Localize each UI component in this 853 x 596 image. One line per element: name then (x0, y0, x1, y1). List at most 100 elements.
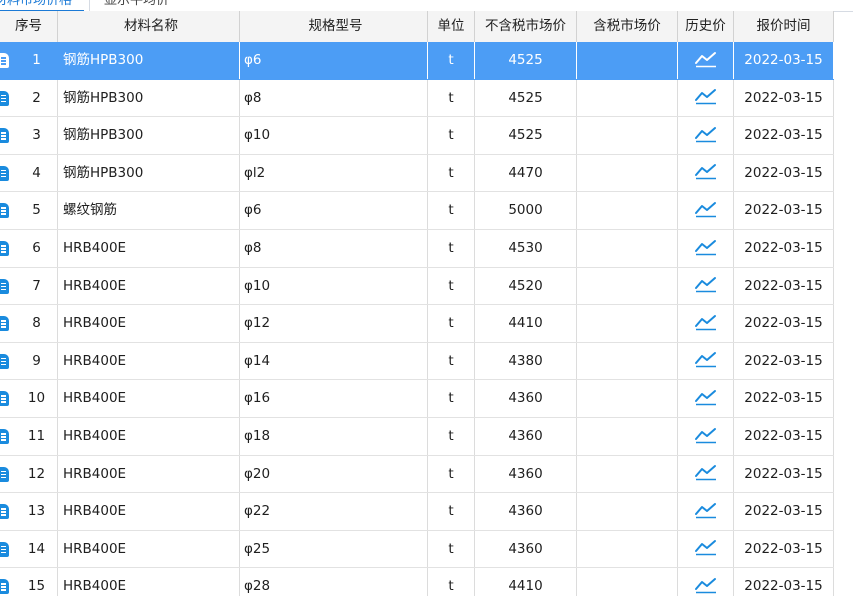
column-header-history-price[interactable]: 历史价 (678, 11, 734, 42)
row-spec[interactable]: φ20 (240, 455, 428, 493)
row-price-excl-tax[interactable]: 4530 (475, 230, 577, 267)
row-price-excl-tax[interactable]: 4360 (475, 493, 577, 530)
row-unit[interactable]: t (428, 230, 475, 267)
row-price-excl-tax[interactable]: 4520 (475, 267, 577, 305)
row-unit[interactable]: t (428, 42, 475, 79)
row-history-price[interactable] (678, 192, 734, 229)
table-row[interactable]: 12 HRB400E φ20 t 4360 2022-03-15 (0, 455, 834, 494)
row-unit[interactable]: t (428, 530, 475, 568)
row-quote-date[interactable]: 2022-03-15 (734, 418, 834, 455)
table-row[interactable]: 14 HRB400E φ25 t 4360 2022-03-15 (0, 530, 834, 569)
row-spec[interactable]: φ18 (240, 418, 428, 455)
row-history-price[interactable] (678, 380, 734, 417)
row-unit[interactable]: t (428, 154, 475, 192)
trend-chart-icon[interactable] (694, 162, 718, 180)
column-header-spec[interactable]: 规格型号 (240, 11, 428, 42)
row-material-name[interactable]: HRB400E (58, 380, 240, 417)
row-material-name[interactable]: HRB400E (58, 230, 240, 267)
row-material-name[interactable]: HRB400E (58, 418, 240, 455)
trend-chart-icon[interactable] (694, 87, 718, 105)
row-material-name[interactable]: 钢筋HPB300 (58, 79, 240, 117)
row-quote-date[interactable]: 2022-03-15 (734, 530, 834, 568)
row-quote-date[interactable]: 2022-03-15 (734, 455, 834, 493)
row-quote-date[interactable]: 2022-03-15 (734, 493, 834, 530)
row-quote-date[interactable]: 2022-03-15 (734, 305, 834, 342)
row-material-name[interactable]: 钢筋HPB300 (58, 42, 240, 79)
row-price-excl-tax[interactable]: 4360 (475, 380, 577, 417)
row-price-incl-tax[interactable] (577, 493, 678, 530)
column-header-price-excl-tax[interactable]: 不含税市场价 (475, 11, 577, 42)
trend-chart-icon[interactable] (694, 50, 718, 68)
row-price-incl-tax[interactable] (577, 192, 678, 229)
row-history-price[interactable] (678, 530, 734, 568)
row-quote-date[interactable]: 2022-03-15 (734, 117, 834, 154)
row-price-incl-tax[interactable] (577, 342, 678, 380)
row-price-incl-tax[interactable] (577, 530, 678, 568)
row-spec[interactable]: φl2 (240, 154, 428, 192)
row-history-price[interactable] (678, 342, 734, 380)
table-row[interactable]: 6 HRB400E φ8 t 4530 2022-03-15 (0, 230, 834, 268)
row-unit[interactable]: t (428, 493, 475, 530)
row-price-excl-tax[interactable]: 4360 (475, 455, 577, 493)
row-price-incl-tax[interactable] (577, 568, 678, 596)
trend-chart-icon[interactable] (694, 350, 718, 368)
row-material-name[interactable]: HRB400E (58, 493, 240, 530)
trend-chart-icon[interactable] (694, 388, 718, 406)
table-row[interactable]: 5 螺纹钢筋 φ6 t 5000 2022-03-15 (0, 192, 834, 230)
column-header-quote-date[interactable]: 报价时间 (734, 11, 834, 42)
table-row[interactable]: 7 HRB400E φ10 t 4520 2022-03-15 (0, 267, 834, 306)
row-unit[interactable]: t (428, 192, 475, 229)
row-quote-date[interactable]: 2022-03-15 (734, 79, 834, 117)
row-price-incl-tax[interactable] (577, 79, 678, 117)
row-history-price[interactable] (678, 42, 734, 79)
row-price-excl-tax[interactable]: 5000 (475, 192, 577, 229)
row-unit[interactable]: t (428, 568, 475, 596)
table-row[interactable]: 13 HRB400E φ22 t 4360 2022-03-15 (0, 493, 834, 531)
row-price-excl-tax[interactable]: 4410 (475, 568, 577, 596)
row-quote-date[interactable]: 2022-03-15 (734, 42, 834, 79)
row-price-excl-tax[interactable]: 4525 (475, 79, 577, 117)
row-price-excl-tax[interactable]: 4380 (475, 342, 577, 380)
row-material-name[interactable]: 钢筋HPB300 (58, 117, 240, 154)
row-material-name[interactable]: HRB400E (58, 267, 240, 305)
trend-chart-icon[interactable] (694, 275, 718, 293)
table-row[interactable]: 2 钢筋HPB300 φ8 t 4525 2022-03-15 (0, 79, 834, 118)
column-header-material-name[interactable]: 材料名称 (58, 11, 240, 42)
row-price-excl-tax[interactable]: 4360 (475, 418, 577, 455)
row-price-incl-tax[interactable] (577, 305, 678, 342)
row-quote-date[interactable]: 2022-03-15 (734, 568, 834, 596)
row-spec[interactable]: φ8 (240, 230, 428, 267)
row-spec[interactable]: φ16 (240, 380, 428, 417)
row-material-name[interactable]: HRB400E (58, 455, 240, 493)
row-history-price[interactable] (678, 79, 734, 117)
column-header-price-incl-tax[interactable]: 含税市场价 (577, 11, 678, 42)
row-material-name[interactable]: HRB400E (58, 305, 240, 342)
column-header-unit[interactable]: 单位 (428, 11, 475, 42)
trend-chart-icon[interactable] (694, 538, 718, 556)
row-quote-date[interactable]: 2022-03-15 (734, 267, 834, 305)
table-row[interactable]: 4 钢筋HPB300 φl2 t 4470 2022-03-15 (0, 154, 834, 193)
row-price-incl-tax[interactable] (577, 267, 678, 305)
row-price-excl-tax[interactable]: 4525 (475, 42, 577, 79)
trend-chart-icon[interactable] (694, 576, 718, 594)
row-price-incl-tax[interactable] (577, 230, 678, 267)
row-spec[interactable]: φ22 (240, 493, 428, 530)
row-material-name[interactable]: HRB400E (58, 568, 240, 596)
row-quote-date[interactable]: 2022-03-15 (734, 192, 834, 229)
row-price-excl-tax[interactable]: 4470 (475, 154, 577, 192)
row-history-price[interactable] (678, 305, 734, 342)
row-material-name[interactable]: HRB400E (58, 342, 240, 380)
row-spec[interactable]: φ28 (240, 568, 428, 596)
table-row[interactable]: 10 HRB400E φ16 t 4360 2022-03-15 (0, 380, 834, 418)
row-history-price[interactable] (678, 493, 734, 530)
row-quote-date[interactable]: 2022-03-15 (734, 380, 834, 417)
row-spec[interactable]: φ14 (240, 342, 428, 380)
row-spec[interactable]: φ6 (240, 192, 428, 229)
row-spec[interactable]: φ6 (240, 42, 428, 79)
row-unit[interactable]: t (428, 380, 475, 417)
row-unit[interactable]: t (428, 305, 475, 342)
row-unit[interactable]: t (428, 117, 475, 154)
row-price-incl-tax[interactable] (577, 455, 678, 493)
row-history-price[interactable] (678, 230, 734, 267)
row-spec[interactable]: φ8 (240, 79, 428, 117)
